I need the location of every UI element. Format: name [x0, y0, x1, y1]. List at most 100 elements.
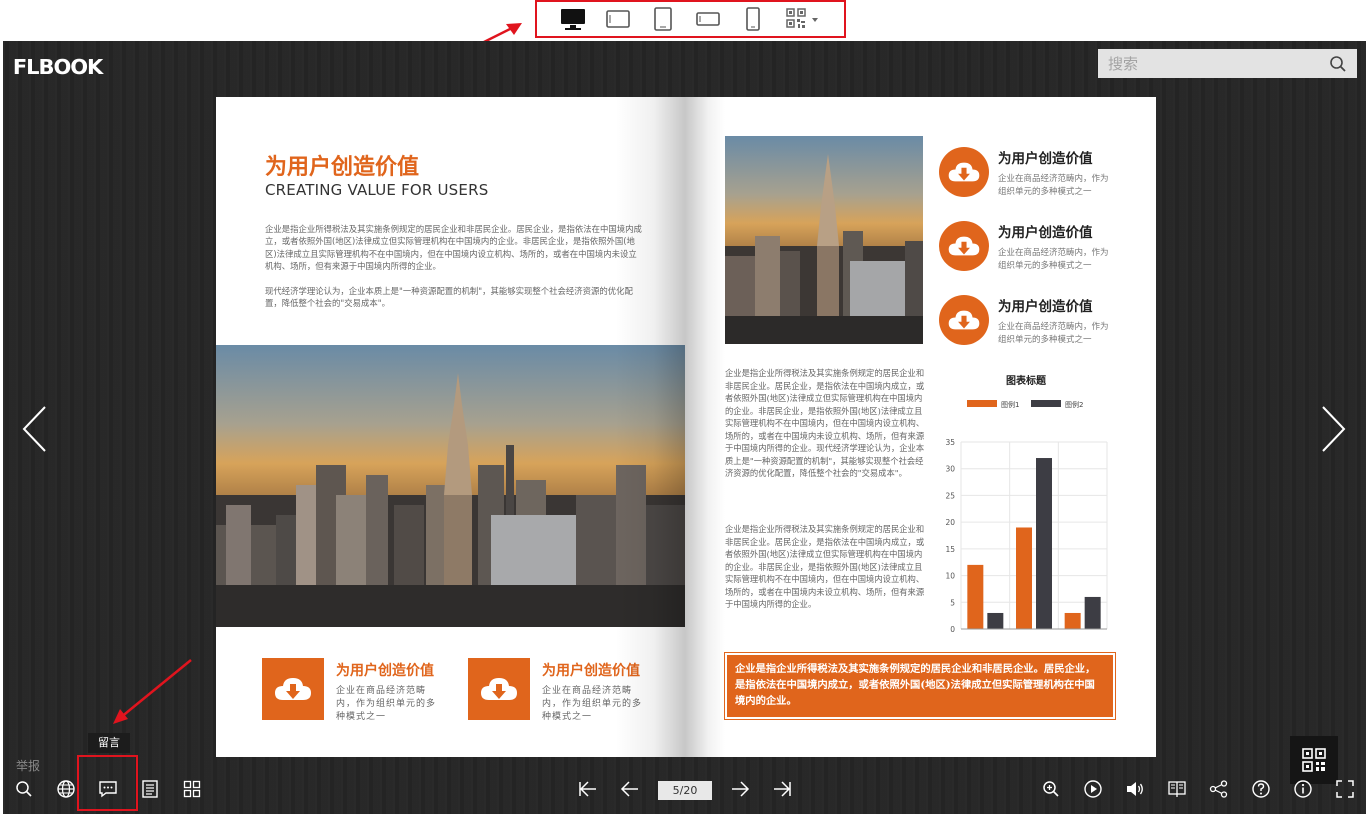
left-page[interactable]: 为用户创造价值 CREATING VALUE FOR USERS 企业是指企业所…: [216, 97, 685, 757]
language-button[interactable]: [55, 778, 77, 800]
fullscreen-icon: [1336, 780, 1354, 798]
chart-bar: [987, 612, 1004, 629]
legend-swatch: [1031, 400, 1061, 407]
feature-item: 为用户创造价值 企业在商品经济范畴内，作为组织单元的多种模式之一: [262, 658, 440, 724]
cloud-download-icon: [948, 162, 980, 182]
chart-bar: [1016, 527, 1032, 629]
feature-title: 为用户创造价值: [998, 151, 1093, 167]
table-of-contents-button[interactable]: [139, 778, 161, 800]
highlight-callout: 企业是指企业所得税法及其实施条例规定的居民企业和非居民企业。居民企业，是指依法在…: [724, 652, 1116, 720]
info-icon: [1294, 780, 1312, 798]
zoom-in-button[interactable]: [1040, 778, 1062, 800]
fullscreen-button[interactable]: [1334, 778, 1356, 800]
chart-bar: [967, 564, 984, 629]
feature-title: 为用户创造价值: [998, 225, 1093, 241]
book-view-icon: [1168, 781, 1186, 797]
comment-tooltip: 留言: [88, 733, 130, 753]
feature-desc: 企业在商品经济范畴内，作为组织单元的多种模式之一: [998, 248, 1109, 271]
first-page-button[interactable]: [577, 778, 599, 800]
city-skyline-image: [725, 136, 923, 344]
cloud-download-icon: [948, 236, 980, 256]
page-title-cn: 为用户创造价值: [265, 155, 420, 180]
feature-item: 为用户创造价值 企业在商品经济范畴内，作为组织单元的多种模式之一: [468, 658, 646, 724]
previous-page-arrow[interactable]: [21, 405, 49, 453]
y-tick-label: 35: [945, 438, 955, 447]
zoom-in-icon: [1043, 781, 1059, 797]
chart-bar: [1084, 596, 1101, 629]
feature-desc: 企业在商品经济范畴内，作为组织单元的多种模式之一: [336, 686, 437, 722]
right-page[interactable]: 为用户创造价值 企业在商品经济范畴内，作为组织单元的多种模式之一 为用户创造价值…: [685, 97, 1156, 757]
sound-button[interactable]: [1124, 778, 1146, 800]
y-tick-label: 20: [945, 518, 955, 527]
qr-code-button[interactable]: [1290, 736, 1338, 784]
legend-label: 图例2: [1065, 400, 1083, 409]
body-paragraph: 企业是指企业所得税法及其实施条例规定的居民企业和非居民企业。居民企业，是指依法在…: [725, 368, 925, 478]
flbook-logo: FLBOOK: [12, 55, 103, 79]
last-page-button[interactable]: [771, 778, 793, 800]
y-tick-label: 10: [945, 572, 955, 581]
globe-icon: [57, 780, 75, 798]
autoplay-button[interactable]: [1082, 778, 1104, 800]
chart-bar: [1036, 458, 1052, 629]
phone-landscape-view-button[interactable]: [693, 5, 723, 33]
qr-code-dropdown-icon: [785, 8, 818, 28]
phone-landscape-icon: [696, 12, 720, 26]
share-button[interactable]: [1208, 778, 1230, 800]
flipbook-reader: FLBOOK 为用户创造价值 CREATING VALUE FOR USERS …: [3, 41, 1366, 814]
search-icon[interactable]: [1329, 55, 1347, 73]
y-tick-label: 15: [945, 545, 955, 554]
chart-title: 图表标题: [1006, 374, 1047, 387]
qr-code-icon: [1302, 748, 1326, 772]
device-preview-bar: [535, 0, 846, 38]
feature-desc: 企业在商品经济范畴内，作为组织单元的多种模式之一: [998, 174, 1109, 197]
tablet-landscape-view-button[interactable]: [603, 5, 633, 33]
right-feature-item: 为用户创造价值 企业在商品经济范畴内，作为组织单元的多种模式之一: [939, 295, 1116, 346]
phone-portrait-view-button[interactable]: [738, 5, 768, 33]
previous-page-button[interactable]: [619, 778, 641, 800]
cloud-download-icon-box: [468, 658, 530, 720]
arrow-left-icon: [620, 781, 638, 797]
search-input[interactable]: [1108, 54, 1308, 73]
single-double-page-button[interactable]: [1166, 778, 1188, 800]
tablet-portrait-icon: [654, 7, 672, 31]
search-tool-button[interactable]: [13, 778, 35, 800]
search-box: [1098, 49, 1357, 78]
first-page-icon: [579, 781, 596, 797]
qr-code-dropdown-button[interactable]: [783, 5, 823, 33]
legend-label: 图例1: [1001, 400, 1019, 409]
thumbnails-button[interactable]: [181, 778, 203, 800]
cloud-download-icon-circle: [939, 295, 989, 345]
arrow-right-icon: [732, 781, 750, 797]
next-page-button[interactable]: [729, 778, 751, 800]
city-skyline-image: [216, 345, 685, 627]
cloud-download-icon: [481, 678, 517, 700]
annotation-highlight-box: [77, 755, 138, 811]
y-tick-label: 30: [945, 465, 955, 474]
info-button[interactable]: [1292, 778, 1314, 800]
help-icon: [1252, 780, 1270, 798]
feature-title: 为用户创造价值: [542, 663, 640, 679]
theory-paragraph: 现代经济学理论认为，企业本质上是"一种资源配置的机制"，其能够实现整个社会经济资…: [265, 286, 633, 309]
y-tick-label: 0: [950, 625, 955, 632]
page-title-en: CREATING VALUE FOR USERS: [265, 181, 489, 199]
speaker-icon: [1127, 782, 1143, 796]
feature-desc: 企业在商品经济范畴内，作为组织单元的多种模式之一: [998, 322, 1109, 345]
cloud-download-icon-box: [262, 658, 324, 720]
search-icon: [16, 781, 32, 797]
tablet-portrait-view-button[interactable]: [648, 5, 678, 33]
y-tick-label: 25: [945, 491, 955, 500]
share-icon: [1209, 780, 1228, 798]
cloud-download-icon: [275, 678, 311, 700]
body-paragraph: 企业是指企业所得税法及其实施条例规定的居民企业和非居民企业。居民企业，是指依法在…: [725, 524, 925, 609]
help-button[interactable]: [1250, 778, 1272, 800]
feature-desc: 企业在商品经济范畴内，作为组织单元的多种模式之一: [542, 686, 643, 722]
last-page-icon: [774, 781, 791, 797]
book-spread: 为用户创造价值 CREATING VALUE FOR USERS 企业是指企业所…: [216, 97, 1156, 757]
report-link[interactable]: 举报: [16, 757, 40, 774]
page-gutter-shadow: [685, 97, 725, 757]
next-page-arrow[interactable]: [1319, 405, 1347, 453]
legend-swatch: [967, 400, 997, 407]
page-number-indicator[interactable]: 5/20: [658, 781, 712, 800]
desktop-view-button[interactable]: [558, 5, 588, 33]
feature-title: 为用户创造价值: [998, 299, 1093, 315]
